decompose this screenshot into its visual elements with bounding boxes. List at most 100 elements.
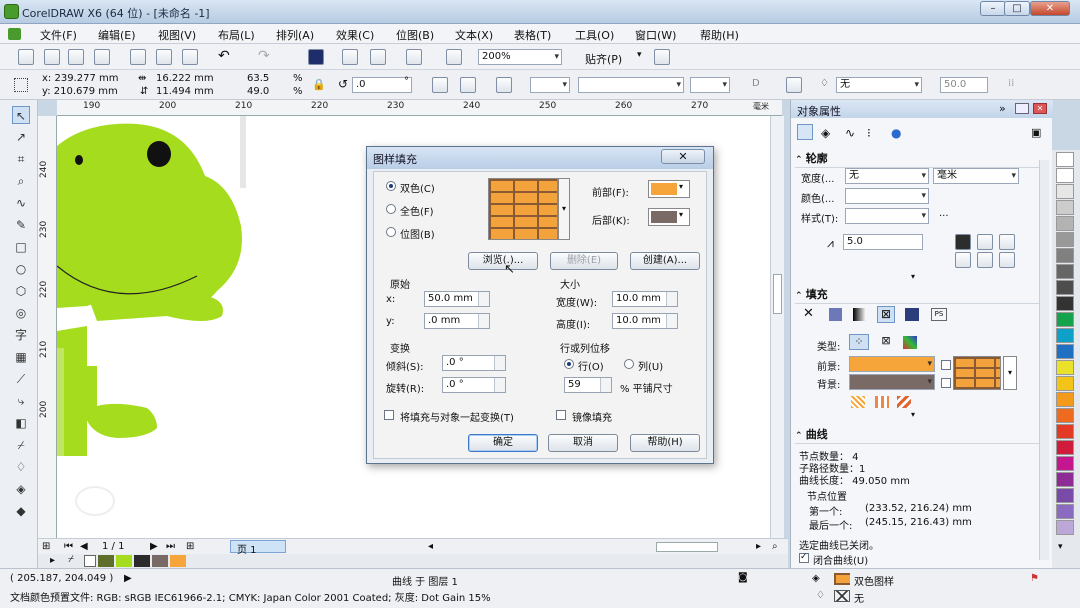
frog-drawing[interactable] — [57, 116, 317, 540]
color-swatch[interactable] — [1056, 392, 1074, 407]
chevron-down-icon[interactable]: ▾ — [637, 50, 642, 60]
fill-fore-color-select[interactable] — [849, 356, 935, 372]
color-swatch[interactable] — [1056, 232, 1074, 247]
outline-section-header[interactable]: ⌃ 轮廓 — [795, 150, 1049, 168]
expand-fill-icon[interactable]: ▾ — [911, 410, 915, 419]
redo-icon[interactable]: ↷ — [258, 48, 270, 64]
palette-arrow-icon[interactable]: ▸ — [50, 555, 55, 566]
offset-percent-input[interactable]: 59 — [564, 377, 612, 393]
scroll-left-icon[interactable]: ◂ — [428, 541, 433, 552]
app-menu-icon[interactable] — [8, 28, 21, 40]
color-proof-icon[interactable]: ◙ — [738, 572, 748, 583]
scroll-right-icon[interactable]: ▸ — [756, 541, 761, 552]
horizontal-ruler[interactable]: 190 200 210 220 230 240 250 260 270 毫米 — [57, 100, 782, 116]
menu-view[interactable]: 视图(V) — [158, 27, 196, 43]
color-swatch[interactable] — [1056, 504, 1074, 519]
outline-tool-icon[interactable]: ♢ — [12, 458, 30, 476]
no-color-swatch[interactable] — [84, 555, 96, 567]
color-swatch[interactable] — [1056, 296, 1074, 311]
origin-x-input[interactable]: 50.0 mm — [424, 291, 490, 307]
open-icon[interactable] — [44, 49, 60, 65]
last-page-icon[interactable]: ⏭ — [166, 541, 175, 552]
rectangle-tool-icon[interactable]: □ — [12, 238, 30, 256]
uniform-fill-icon[interactable] — [829, 308, 842, 321]
end-arrow-select[interactable] — [690, 77, 730, 93]
freehand-tool-icon[interactable]: ∿ — [12, 194, 30, 212]
outline-tab-icon[interactable] — [797, 124, 813, 140]
full-color-pattern-icon[interactable]: ⊠ — [877, 334, 895, 350]
tile-width-input[interactable]: 10.0 mm — [612, 291, 678, 307]
create-button[interactable]: 创建(A)... — [630, 252, 700, 270]
vertical-ruler[interactable]: 240 230 220 210 200 — [38, 116, 57, 540]
docker-scrollbar[interactable] — [1039, 160, 1049, 560]
menu-edit[interactable]: 编辑(E) — [98, 27, 136, 43]
column-offset-radio[interactable] — [624, 359, 634, 369]
h-scroll-thumb[interactable] — [656, 542, 718, 552]
minimize-docker-icon[interactable] — [1015, 103, 1029, 114]
tile-height-input[interactable]: 10.0 mm — [612, 313, 678, 329]
color-swatch[interactable] — [1056, 312, 1074, 327]
cap-round-icon[interactable] — [977, 252, 993, 268]
color-swatch[interactable] — [1056, 200, 1074, 215]
internet-tab-icon[interactable]: ● — [891, 126, 901, 140]
close-button[interactable]: ✕ — [1030, 1, 1070, 16]
blend-tool-icon[interactable]: ◧ — [12, 414, 30, 432]
add-page-icon[interactable]: ⊞ — [42, 541, 50, 552]
foreground-color-button[interactable]: ▾ — [648, 180, 690, 198]
pattern-thumb[interactable] — [875, 396, 889, 408]
row-offset-radio[interactable] — [564, 359, 574, 369]
text-tool-icon[interactable]: 字 — [12, 326, 30, 344]
ok-button[interactable]: 确定 — [468, 434, 538, 452]
color-swatch[interactable] — [98, 555, 114, 567]
more-styles-button[interactable]: ... — [939, 208, 949, 219]
color-swatch[interactable] — [152, 555, 168, 567]
menu-text[interactable]: 文本(X) — [455, 27, 493, 43]
object-origin-icon[interactable] — [14, 78, 28, 92]
undo-icon[interactable]: ↶ — [218, 48, 230, 64]
object-width[interactable]: 16.222 mm — [156, 73, 214, 84]
texture-fill-icon[interactable] — [905, 308, 919, 321]
summary-tab-icon[interactable]: ⁝ — [867, 126, 871, 140]
miter-limit-input[interactable]: 5.0 — [843, 234, 923, 250]
mirror-fill-checkbox[interactable] — [556, 410, 566, 420]
full-screen-icon[interactable] — [446, 49, 462, 65]
color-swatch[interactable] — [1056, 520, 1074, 535]
import-icon[interactable] — [342, 49, 358, 65]
color-swatch[interactable] — [1056, 456, 1074, 471]
color-swatch[interactable] — [1056, 168, 1074, 183]
user-icon[interactable]: ⚑ — [1030, 573, 1039, 584]
help-button[interactable]: 帮助(H) — [630, 434, 700, 452]
pattern-thumb[interactable] — [851, 396, 865, 408]
outline-unit-select[interactable]: 毫米 — [933, 168, 1019, 184]
pattern-picker-arrow-icon[interactable]: ▾ — [1003, 356, 1017, 390]
corner-miter-icon[interactable] — [955, 234, 971, 250]
pattern-preview[interactable] — [488, 178, 558, 240]
color-swatch[interactable] — [1056, 280, 1074, 295]
line-style-select[interactable] — [578, 77, 684, 93]
zoom-select[interactable]: 200% — [478, 49, 562, 65]
color-swatch[interactable] — [116, 555, 132, 567]
eyedropper-icon[interactable]: ⌿ — [12, 436, 30, 454]
color-swatch[interactable] — [1056, 184, 1074, 199]
pattern-fill-icon[interactable]: ⊠ — [877, 306, 895, 323]
bitmap-radio[interactable] — [386, 227, 396, 237]
new-icon[interactable] — [18, 49, 34, 65]
color-swatch[interactable] — [1056, 472, 1074, 487]
zoom-tool-icon[interactable]: ⌕ — [12, 172, 30, 190]
fill-back-color-select[interactable] — [849, 374, 935, 390]
color-swatch[interactable] — [134, 555, 150, 567]
dimension-tool-icon[interactable]: ⟋ — [12, 370, 30, 388]
next-page-icon[interactable]: ▶ — [150, 541, 158, 552]
postscript-fill-icon[interactable]: PS — [931, 308, 947, 321]
maximize-button[interactable]: □ — [1004, 1, 1030, 16]
fountain-fill-icon[interactable] — [853, 308, 866, 321]
pattern-thumb[interactable] — [897, 396, 911, 408]
color-swatch[interactable] — [1056, 264, 1074, 279]
expand-icon[interactable]: » — [999, 102, 1006, 115]
start-arrow-select[interactable] — [530, 77, 570, 93]
expand-arrow-icon[interactable]: ▶ — [124, 573, 132, 584]
object-height[interactable]: 11.494 mm — [156, 86, 214, 97]
transform-with-object-checkbox[interactable] — [384, 410, 394, 420]
fill-tab-icon[interactable]: ◈ — [821, 126, 830, 140]
shape-tool-icon[interactable]: ↗ — [12, 128, 30, 146]
